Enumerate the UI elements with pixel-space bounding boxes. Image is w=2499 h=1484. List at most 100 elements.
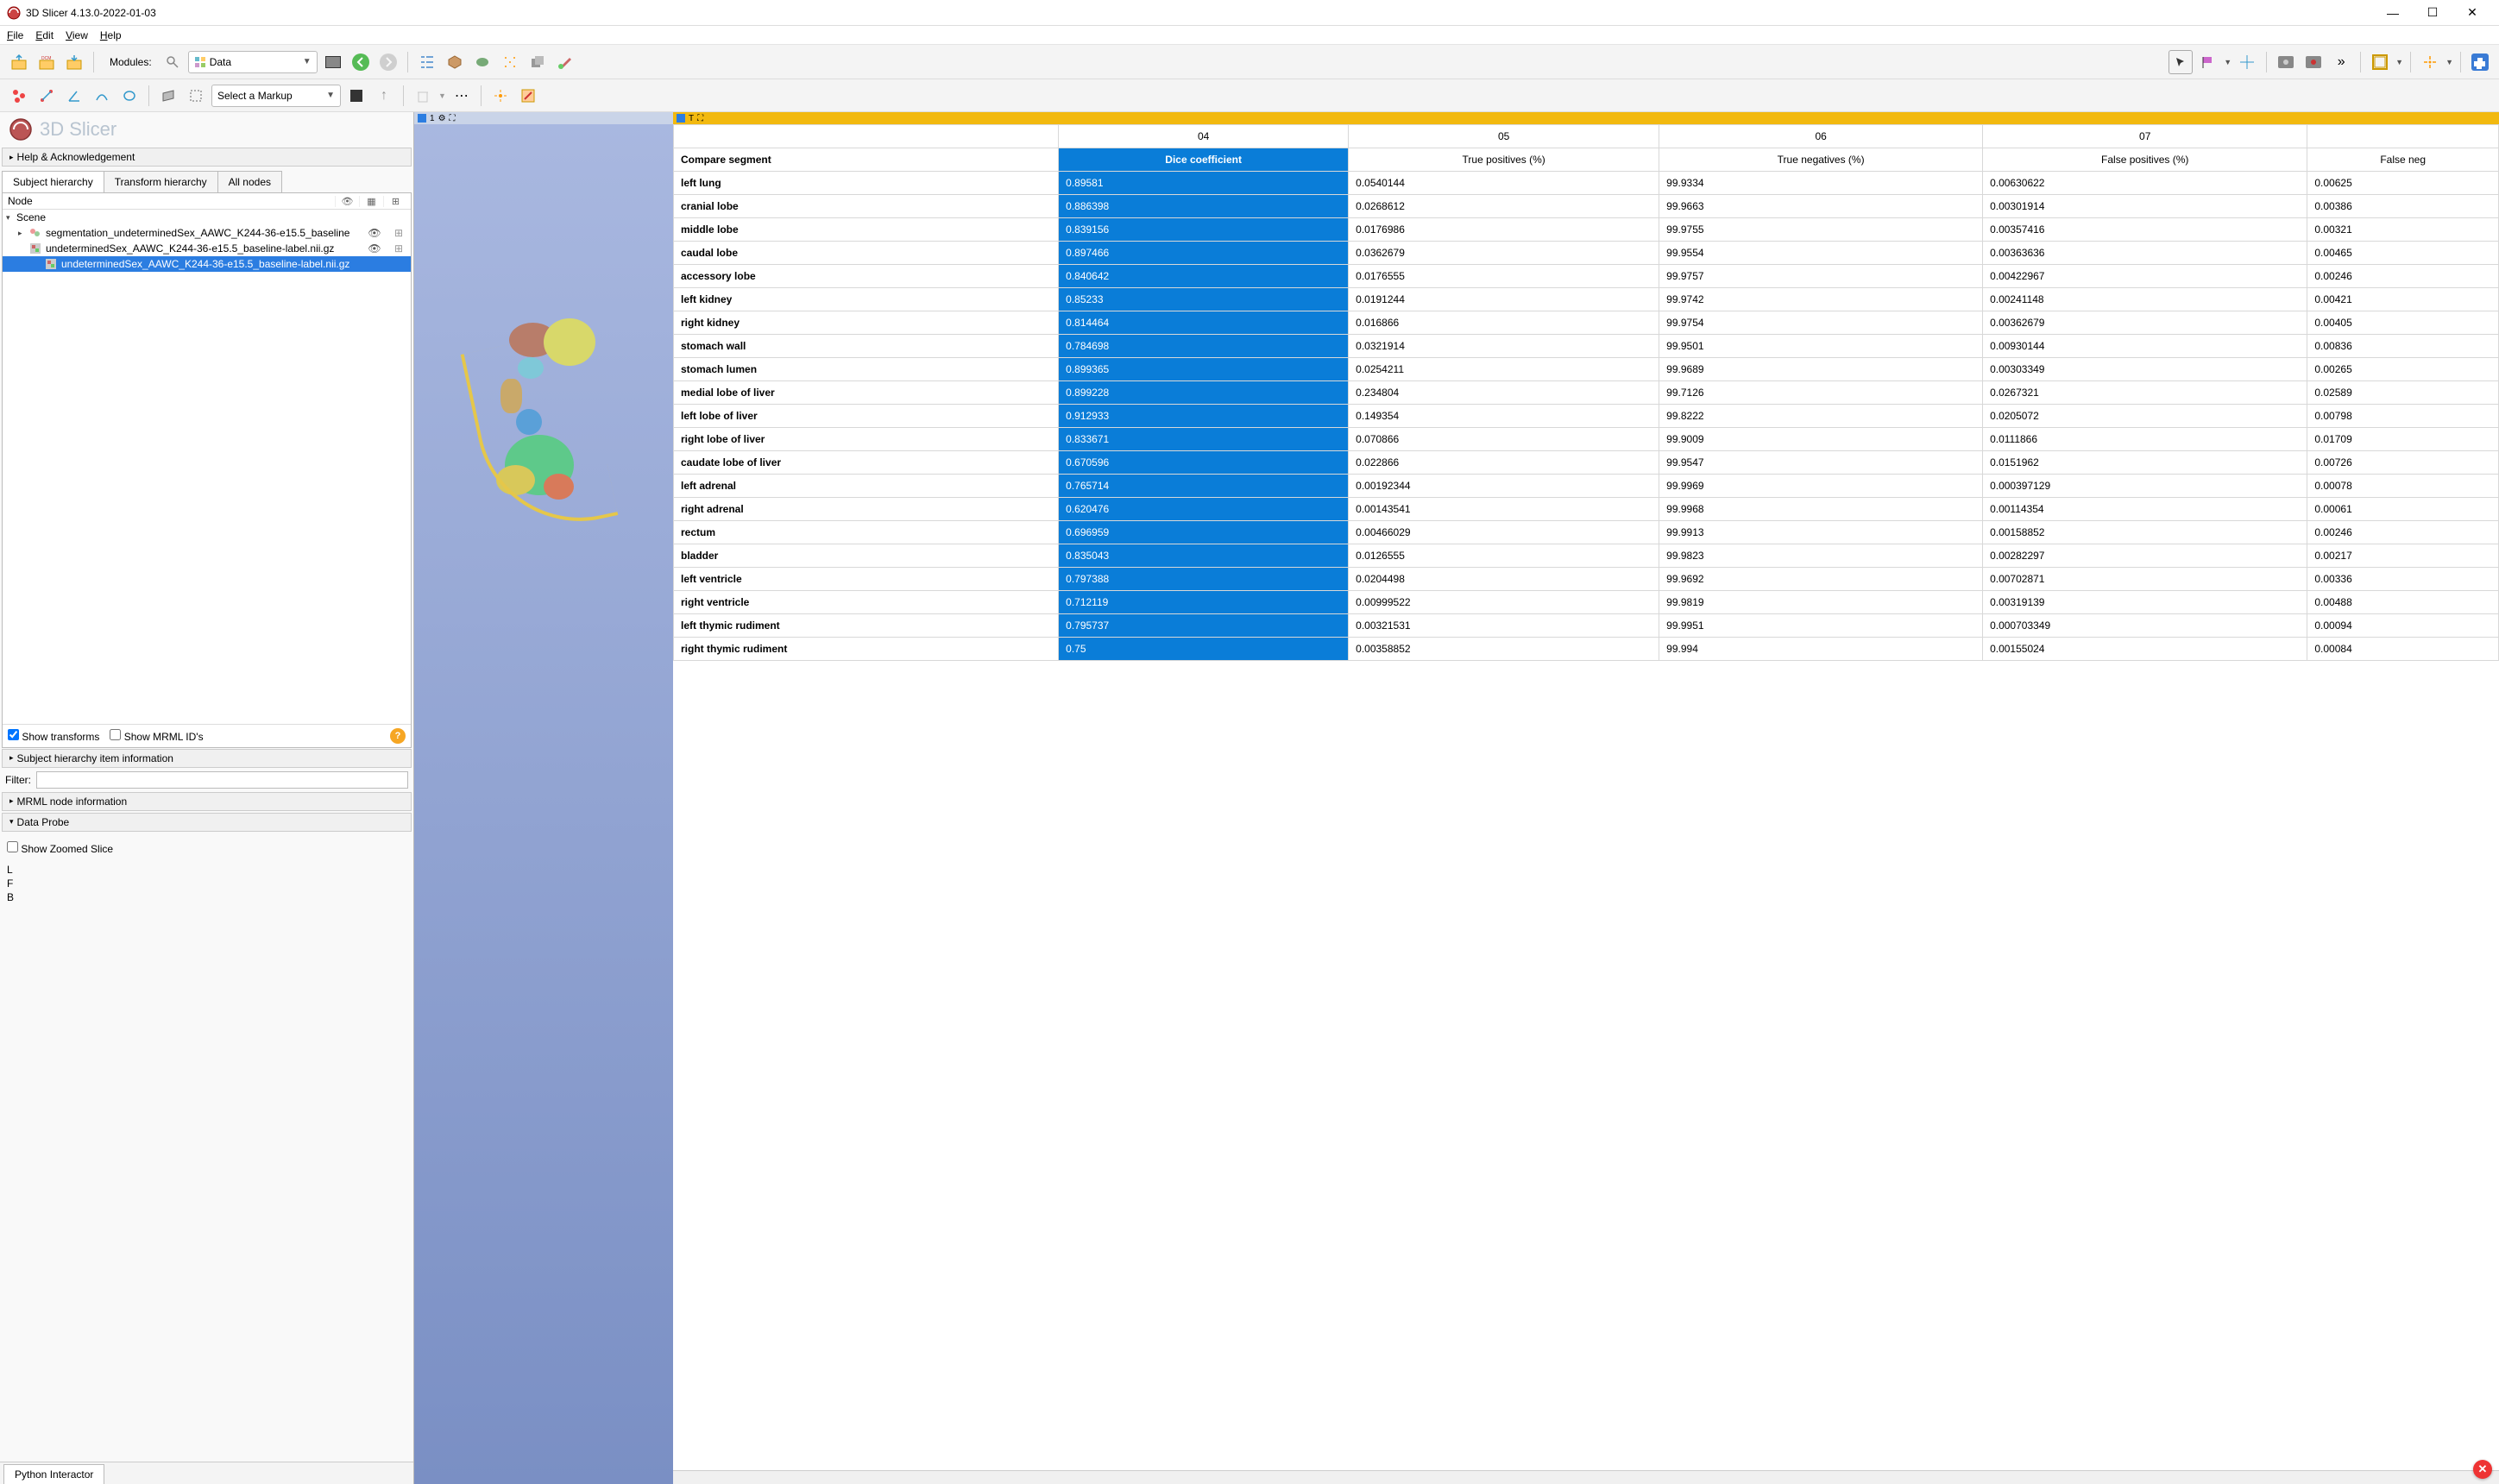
header-grid-icon[interactable]: ⊞ bbox=[383, 196, 407, 207]
zoomed-slice-checkbox[interactable]: Show Zoomed Slice bbox=[7, 841, 406, 855]
header-color-icon[interactable]: ▦ bbox=[359, 196, 383, 207]
close-badge-icon[interactable]: ✕ bbox=[2473, 1460, 2492, 1479]
hdr-tn[interactable]: True negatives (%) bbox=[1659, 148, 1983, 172]
fiducial-icon[interactable] bbox=[7, 84, 31, 108]
table-row[interactable]: left adrenal0.7657140.0019234499.99690.0… bbox=[674, 475, 2499, 498]
menu-edit[interactable]: Edit bbox=[35, 29, 54, 41]
save-button[interactable] bbox=[62, 50, 86, 74]
table-row[interactable]: right kidney0.8144640.01686699.97540.003… bbox=[674, 311, 2499, 335]
help-section[interactable]: ▸Help & Acknowledgement bbox=[2, 148, 412, 167]
volumes-icon[interactable] bbox=[526, 50, 550, 74]
flag-icon[interactable] bbox=[2196, 50, 2220, 74]
cursor-icon[interactable] bbox=[2169, 50, 2193, 74]
table-row[interactable]: right lobe of liver0.8336710.07086699.90… bbox=[674, 428, 2499, 451]
module-search-button[interactable] bbox=[161, 50, 185, 74]
markup-edit-icon[interactable] bbox=[516, 84, 540, 108]
gear-icon[interactable]: ⚙ bbox=[438, 114, 446, 123]
maximize-button[interactable]: ☐ bbox=[2413, 0, 2452, 26]
volume-render-icon[interactable] bbox=[443, 50, 467, 74]
close-button[interactable]: ✕ bbox=[2452, 0, 2492, 26]
mrml-info-section[interactable]: ▸MRML node information bbox=[2, 792, 412, 811]
center-view-icon[interactable] bbox=[2418, 50, 2442, 74]
table-row[interactable]: accessory lobe0.8406420.017655599.97570.… bbox=[674, 265, 2499, 288]
tree-label2-selected[interactable]: undeterminedSex_AAWC_K244-36-e15.5_basel… bbox=[3, 256, 411, 272]
curve-icon[interactable] bbox=[90, 84, 114, 108]
screenshot-icon[interactable] bbox=[2274, 50, 2298, 74]
horizontal-scrollbar[interactable] bbox=[673, 1470, 2499, 1484]
module-history-button[interactable] bbox=[321, 50, 345, 74]
table-row[interactable]: left lung0.895810.054014499.93340.006306… bbox=[674, 172, 2499, 195]
plane-icon[interactable] bbox=[156, 84, 180, 108]
hdr-fn[interactable]: False neg bbox=[2307, 148, 2499, 172]
table-row[interactable]: caudal lobe0.8974660.036267999.95540.003… bbox=[674, 242, 2499, 265]
view-3d[interactable]: 1 ⚙ ⛶ bbox=[414, 112, 673, 1484]
hdr-fp[interactable]: False positives (%) bbox=[1983, 148, 2307, 172]
table-row[interactable]: left kidney0.852330.019124499.97420.0024… bbox=[674, 288, 2499, 311]
menu-file[interactable]: File bbox=[7, 29, 23, 41]
table-row[interactable]: stomach wall0.7846980.032191499.95010.00… bbox=[674, 335, 2499, 358]
hdr-tp[interactable]: True positives (%) bbox=[1349, 148, 1659, 172]
table-row[interactable]: bladder0.8350430.012655599.98230.0028229… bbox=[674, 544, 2499, 568]
maximize-view-icon[interactable]: ⛶ bbox=[697, 114, 703, 123]
table-row[interactable]: stomach lumen0.8993650.025421199.96890.0… bbox=[674, 358, 2499, 381]
tree-scene[interactable]: ▾Scene bbox=[3, 210, 411, 225]
comparison-table[interactable]: 04 05 06 07 Compare segment Dice coeffic… bbox=[673, 124, 2499, 661]
roi-icon[interactable] bbox=[184, 84, 208, 108]
tab-all-nodes[interactable]: All nodes bbox=[217, 171, 282, 192]
pin-icon[interactable] bbox=[677, 114, 685, 123]
up-arrow-icon[interactable]: ↑ bbox=[372, 84, 396, 108]
maximize-view-icon[interactable]: ⛶ bbox=[450, 114, 456, 123]
show-mrml-checkbox[interactable]: Show MRML ID's bbox=[110, 729, 203, 743]
module-forward-button[interactable] bbox=[376, 50, 400, 74]
hdr-dice[interactable]: Dice coefficient bbox=[1059, 148, 1349, 172]
tree-label1[interactable]: undeterminedSex_AAWC_K244-36-e15.5_basel… bbox=[3, 241, 411, 256]
table-row[interactable]: cranial lobe0.8863980.026861299.96630.00… bbox=[674, 195, 2499, 218]
python-interactor-tab[interactable]: Python Interactor bbox=[3, 1464, 104, 1484]
view-3d-header[interactable]: 1 ⚙ ⛶ bbox=[414, 112, 673, 124]
table-row[interactable]: caudate lobe of liver0.6705960.02286699.… bbox=[674, 451, 2499, 475]
load-dicom-button[interactable]: DCM bbox=[35, 50, 59, 74]
toolbar-overflow-icon[interactable]: » bbox=[2329, 50, 2353, 74]
markup-selector[interactable]: Select a Markup ▼ bbox=[211, 85, 341, 107]
table-row[interactable]: middle lobe0.8391560.017698699.97550.003… bbox=[674, 218, 2499, 242]
stop-icon[interactable] bbox=[344, 84, 368, 108]
table-row[interactable]: left lobe of liver0.9129330.14935499.822… bbox=[674, 405, 2499, 428]
header-eye-icon[interactable]: 👁 bbox=[335, 196, 359, 207]
module-back-button[interactable] bbox=[349, 50, 373, 74]
tree-segmentation[interactable]: ▸segmentation_undeterminedSex_AAWC_K244-… bbox=[3, 225, 411, 241]
delete-icon[interactable] bbox=[411, 84, 435, 108]
help-icon[interactable]: ? bbox=[390, 728, 406, 744]
table-row[interactable]: rectum0.6969590.0046602999.99130.0015885… bbox=[674, 521, 2499, 544]
data-probe-section[interactable]: ▾Data Probe bbox=[2, 813, 412, 832]
models-icon[interactable] bbox=[470, 50, 494, 74]
hdr-compare[interactable]: Compare segment bbox=[674, 148, 1059, 172]
record-icon[interactable] bbox=[2301, 50, 2326, 74]
table-row[interactable]: right ventricle0.7121190.0099952299.9819… bbox=[674, 591, 2499, 614]
more-icon[interactable]: ⋯ bbox=[450, 84, 474, 108]
table-row[interactable]: right thymic rudiment0.750.0035885299.99… bbox=[674, 638, 2499, 661]
table-row[interactable]: left thymic rudiment0.7957370.0032153199… bbox=[674, 614, 2499, 638]
markup-display-icon[interactable] bbox=[488, 84, 513, 108]
filter-input[interactable] bbox=[36, 771, 408, 789]
line-icon[interactable] bbox=[35, 84, 59, 108]
pin-icon[interactable] bbox=[418, 114, 426, 123]
tab-transform-hierarchy[interactable]: Transform hierarchy bbox=[104, 171, 218, 192]
subject-info-section[interactable]: ▸Subject hierarchy item information bbox=[2, 749, 412, 768]
angle-icon[interactable] bbox=[62, 84, 86, 108]
table-view-header[interactable]: T ⛶ bbox=[673, 112, 2499, 124]
layout-icon[interactable] bbox=[2368, 50, 2392, 74]
transforms-icon[interactable] bbox=[498, 50, 522, 74]
table-row[interactable]: right adrenal0.6204760.0014354199.99680.… bbox=[674, 498, 2499, 521]
menu-view[interactable]: View bbox=[66, 29, 88, 41]
subject-hierarchy-icon[interactable] bbox=[415, 50, 439, 74]
crosshair-icon[interactable] bbox=[2235, 50, 2259, 74]
tab-subject-hierarchy[interactable]: Subject hierarchy bbox=[2, 171, 104, 192]
table-row[interactable]: medial lobe of liver0.8992280.23480499.7… bbox=[674, 381, 2499, 405]
minimize-button[interactable]: — bbox=[2373, 0, 2413, 26]
segment-editor-icon[interactable] bbox=[553, 50, 577, 74]
table-row[interactable]: left ventricle0.7973880.020449899.96920.… bbox=[674, 568, 2499, 591]
render-area[interactable] bbox=[414, 124, 673, 1484]
subject-tree[interactable]: ▾Scene ▸segmentation_undeterminedSex_AAW… bbox=[3, 210, 411, 724]
closed-curve-icon[interactable] bbox=[117, 84, 142, 108]
load-data-button[interactable] bbox=[7, 50, 31, 74]
